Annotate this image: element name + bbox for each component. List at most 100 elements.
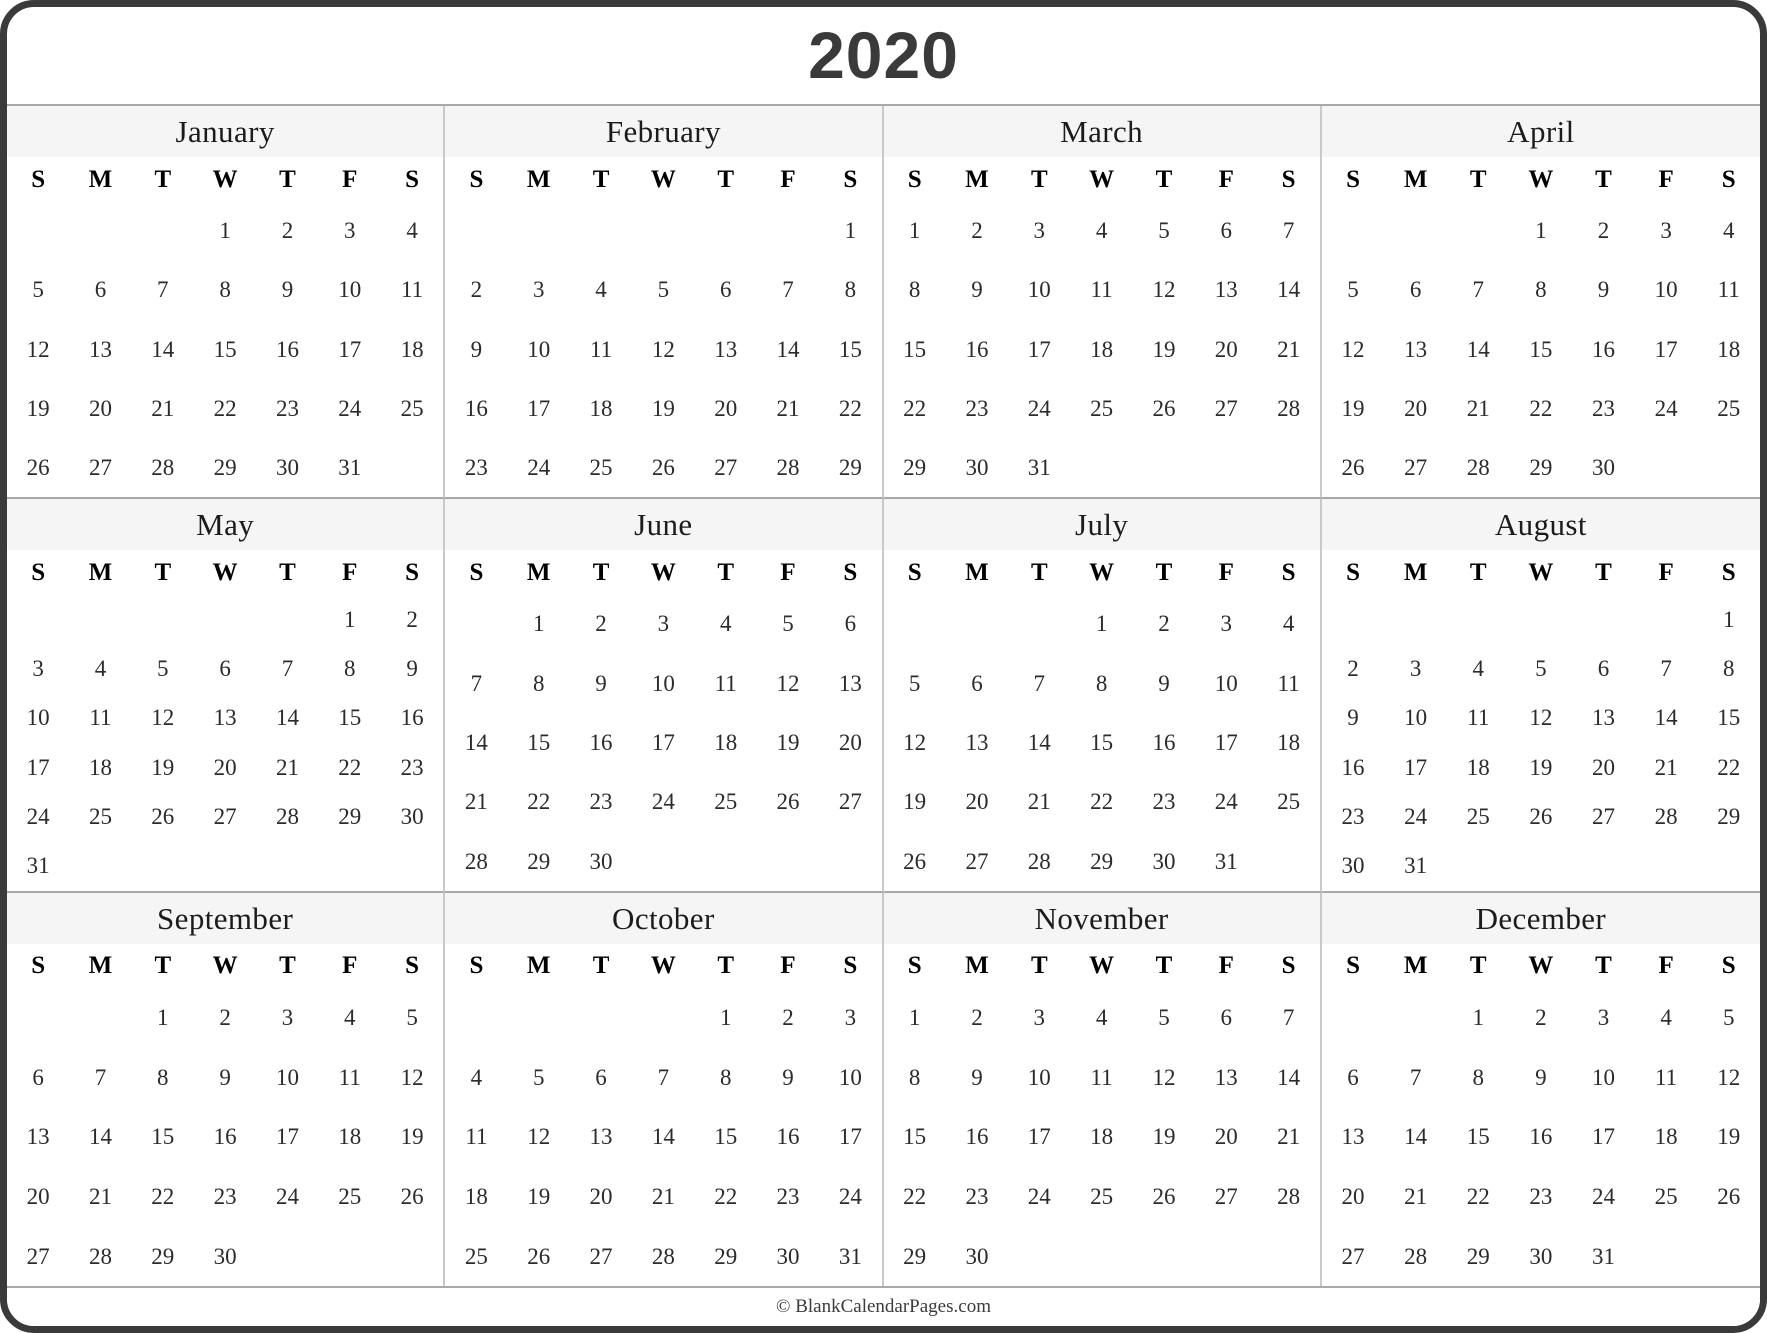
day-cell[interactable]: 28 [1257, 1185, 1319, 1208]
day-cell[interactable]: 9 [256, 278, 318, 301]
day-cell[interactable]: 17 [1008, 338, 1070, 361]
day-cell[interactable]: 26 [1697, 1185, 1760, 1208]
day-cell[interactable]: 30 [1510, 1245, 1573, 1268]
day-cell[interactable]: 24 [7, 805, 69, 828]
day-cell[interactable]: 1 [884, 219, 946, 242]
day-cell[interactable]: 11 [1257, 672, 1319, 695]
day-cell[interactable]: 11 [570, 338, 632, 361]
day-cell[interactable]: 22 [884, 397, 946, 420]
day-cell[interactable]: 23 [381, 756, 443, 779]
day-cell[interactable]: 1 [1697, 608, 1760, 631]
day-cell[interactable]: 13 [695, 338, 757, 361]
day-cell[interactable]: 30 [946, 456, 1008, 479]
day-cell[interactable]: 29 [819, 456, 881, 479]
day-cell[interactable]: 8 [1070, 672, 1132, 695]
day-cell[interactable]: 2 [570, 612, 632, 635]
day-cell[interactable]: 14 [1257, 278, 1319, 301]
day-cell[interactable]: 3 [1635, 219, 1698, 242]
day-cell[interactable]: 19 [632, 397, 694, 420]
day-cell[interactable]: 25 [1257, 790, 1319, 813]
day-cell[interactable]: 25 [570, 456, 632, 479]
day-cell[interactable]: 11 [1070, 1066, 1132, 1089]
day-cell[interactable]: 18 [570, 397, 632, 420]
day-cell[interactable]: 17 [256, 1125, 318, 1148]
day-cell[interactable]: 8 [508, 672, 570, 695]
day-cell[interactable]: 3 [1384, 657, 1447, 680]
day-cell[interactable]: 28 [69, 1245, 131, 1268]
day-cell[interactable]: 18 [381, 338, 443, 361]
day-cell[interactable]: 19 [884, 790, 946, 813]
day-cell[interactable]: 15 [695, 1125, 757, 1148]
day-cell[interactable]: 28 [445, 850, 507, 873]
day-cell[interactable]: 13 [194, 706, 256, 729]
day-cell[interactable]: 28 [1257, 397, 1319, 420]
day-cell[interactable]: 17 [1008, 1125, 1070, 1148]
day-cell[interactable]: 17 [1384, 756, 1447, 779]
day-cell[interactable]: 2 [1133, 612, 1195, 635]
day-cell[interactable]: 28 [1635, 805, 1698, 828]
day-cell[interactable]: 9 [194, 1066, 256, 1089]
day-cell[interactable]: 6 [1195, 219, 1257, 242]
day-cell[interactable]: 29 [695, 1245, 757, 1268]
day-cell[interactable]: 19 [1697, 1125, 1760, 1148]
day-cell[interactable]: 7 [632, 1066, 694, 1089]
day-cell[interactable]: 16 [256, 338, 318, 361]
day-cell[interactable]: 26 [632, 456, 694, 479]
day-cell[interactable]: 2 [194, 1006, 256, 1029]
day-cell[interactable]: 12 [381, 1066, 443, 1089]
day-cell[interactable]: 5 [1322, 278, 1385, 301]
day-cell[interactable]: 11 [319, 1066, 381, 1089]
day-cell[interactable]: 24 [1572, 1185, 1635, 1208]
day-cell[interactable]: 6 [194, 657, 256, 680]
day-cell[interactable]: 26 [1133, 1185, 1195, 1208]
day-cell[interactable]: 10 [1195, 672, 1257, 695]
day-cell[interactable]: 31 [1195, 850, 1257, 873]
day-cell[interactable]: 11 [695, 672, 757, 695]
day-cell[interactable]: 22 [695, 1185, 757, 1208]
day-cell[interactable]: 7 [757, 278, 819, 301]
day-cell[interactable]: 24 [256, 1185, 318, 1208]
day-cell[interactable]: 29 [194, 456, 256, 479]
day-cell[interactable]: 27 [1195, 397, 1257, 420]
day-cell[interactable]: 17 [632, 731, 694, 754]
day-cell[interactable]: 21 [632, 1185, 694, 1208]
day-cell[interactable]: 9 [445, 338, 507, 361]
day-cell[interactable]: 1 [884, 1006, 946, 1029]
day-cell[interactable]: 3 [1195, 612, 1257, 635]
day-cell[interactable]: 29 [132, 1245, 194, 1268]
day-cell[interactable]: 5 [1133, 1006, 1195, 1029]
day-cell[interactable]: 5 [132, 657, 194, 680]
day-cell[interactable]: 4 [381, 219, 443, 242]
day-cell[interactable]: 30 [381, 805, 443, 828]
day-cell[interactable]: 25 [1070, 1185, 1132, 1208]
day-cell[interactable]: 1 [132, 1006, 194, 1029]
day-cell[interactable]: 6 [1572, 657, 1635, 680]
day-cell[interactable]: 21 [757, 397, 819, 420]
day-cell[interactable]: 6 [1384, 278, 1447, 301]
day-cell[interactable]: 26 [1510, 805, 1573, 828]
day-cell[interactable]: 22 [819, 397, 881, 420]
day-cell[interactable]: 23 [445, 456, 507, 479]
day-cell[interactable]: 6 [570, 1066, 632, 1089]
day-cell[interactable]: 1 [194, 219, 256, 242]
day-cell[interactable]: 14 [757, 338, 819, 361]
day-cell[interactable]: 16 [1572, 338, 1635, 361]
day-cell[interactable]: 4 [570, 278, 632, 301]
day-cell[interactable]: 18 [1697, 338, 1760, 361]
day-cell[interactable]: 30 [1322, 854, 1385, 877]
day-cell[interactable]: 12 [508, 1125, 570, 1148]
day-cell[interactable]: 20 [194, 756, 256, 779]
day-cell[interactable]: 3 [1008, 1006, 1070, 1029]
day-cell[interactable]: 30 [570, 850, 632, 873]
day-cell[interactable]: 10 [1635, 278, 1698, 301]
day-cell[interactable]: 26 [132, 805, 194, 828]
day-cell[interactable]: 5 [508, 1066, 570, 1089]
day-cell[interactable]: 5 [632, 278, 694, 301]
day-cell[interactable]: 7 [1257, 1006, 1319, 1029]
day-cell[interactable]: 18 [1070, 1125, 1132, 1148]
day-cell[interactable]: 25 [445, 1245, 507, 1268]
day-cell[interactable]: 25 [695, 790, 757, 813]
day-cell[interactable]: 18 [1257, 731, 1319, 754]
day-cell[interactable]: 21 [132, 397, 194, 420]
day-cell[interactable]: 14 [445, 731, 507, 754]
